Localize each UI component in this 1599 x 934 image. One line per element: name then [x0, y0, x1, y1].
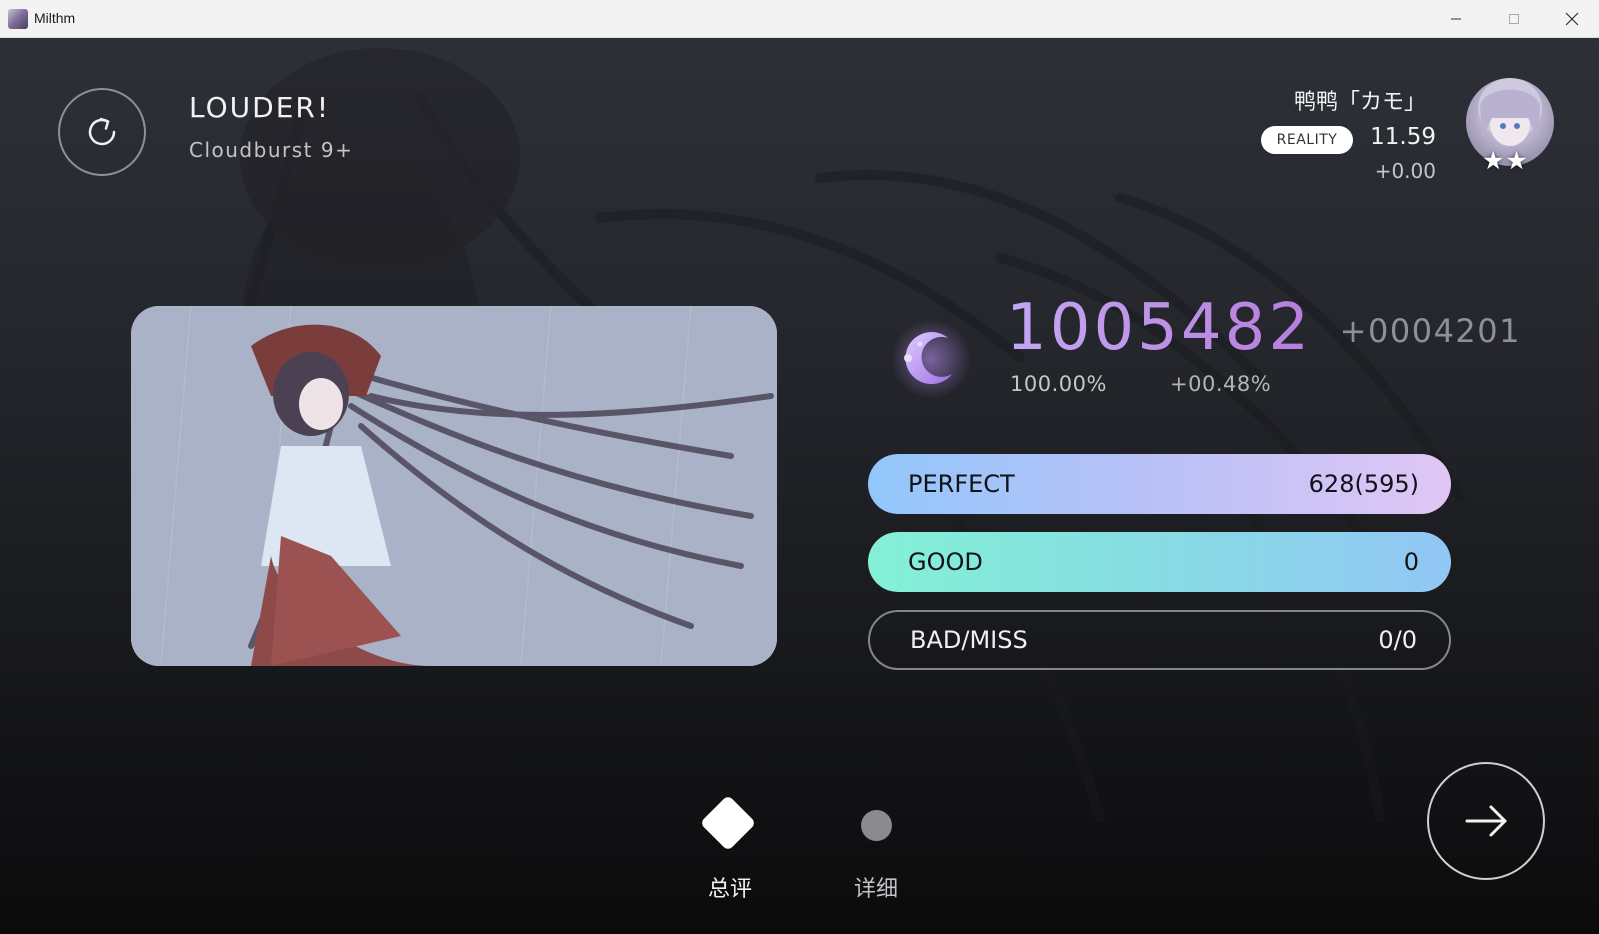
next-button[interactable]: [1427, 762, 1545, 880]
close-button[interactable]: [1543, 0, 1599, 38]
judgement-good-label: GOOD: [908, 548, 983, 576]
judgement-good-row: GOOD 0: [868, 532, 1451, 592]
score-delta: +0004201: [1339, 312, 1521, 350]
crescent-moon-icon: [890, 318, 972, 400]
accuracy-delta: +00.48%: [1170, 372, 1272, 396]
player-rks: 11.59: [1370, 124, 1436, 150]
judgement-bad-miss-value: 0/0: [1378, 626, 1417, 654]
judgement-perfect-row: PERFECT 628(595): [868, 454, 1451, 514]
arrow-right-icon: [1465, 805, 1507, 837]
player-rks-delta: +0.00: [1374, 159, 1436, 183]
song-title: LOUDER!: [189, 91, 331, 124]
judgement-bad-miss-row: BAD/MISS 0/0: [868, 610, 1451, 670]
tab-summary[interactable]: 总评: [680, 871, 780, 903]
player-name: 鸭鸭「カモ」: [1293, 90, 1426, 115]
song-jacket-artwork: [131, 306, 777, 666]
score-value: 1005482: [1006, 291, 1313, 365]
song-illustration: [131, 306, 777, 666]
tab-detail[interactable]: 详细: [826, 871, 926, 903]
judgement-bad-miss-label: BAD/MISS: [910, 626, 1028, 654]
judgement-good-value: 0: [1403, 548, 1419, 576]
window-title: Milthm: [34, 10, 76, 26]
retry-button[interactable]: [58, 88, 146, 176]
avatar-stars: ★★: [1482, 146, 1529, 175]
judgement-perfect-label: PERFECT: [908, 470, 1015, 498]
minimize-button[interactable]: [1427, 0, 1485, 38]
app-icon: [8, 9, 28, 29]
retry-icon: [88, 117, 116, 146]
window-titlebar: Milthm: [0, 0, 1599, 38]
song-difficulty: Cloudburst 9+: [189, 138, 354, 162]
minimize-icon: [1451, 18, 1461, 20]
tab-detail-indicator[interactable]: [861, 810, 892, 841]
maximize-button[interactable]: [1485, 0, 1543, 38]
close-icon: [1565, 12, 1579, 26]
maximize-icon: [1509, 14, 1519, 24]
result-screen: LOUDER! Cloudburst 9+ 鸭鸭「カモ」 REALITY 11.…: [0, 38, 1599, 934]
judgement-perfect-value: 628(595): [1308, 470, 1419, 498]
accuracy-value: 100.00%: [1010, 372, 1107, 396]
